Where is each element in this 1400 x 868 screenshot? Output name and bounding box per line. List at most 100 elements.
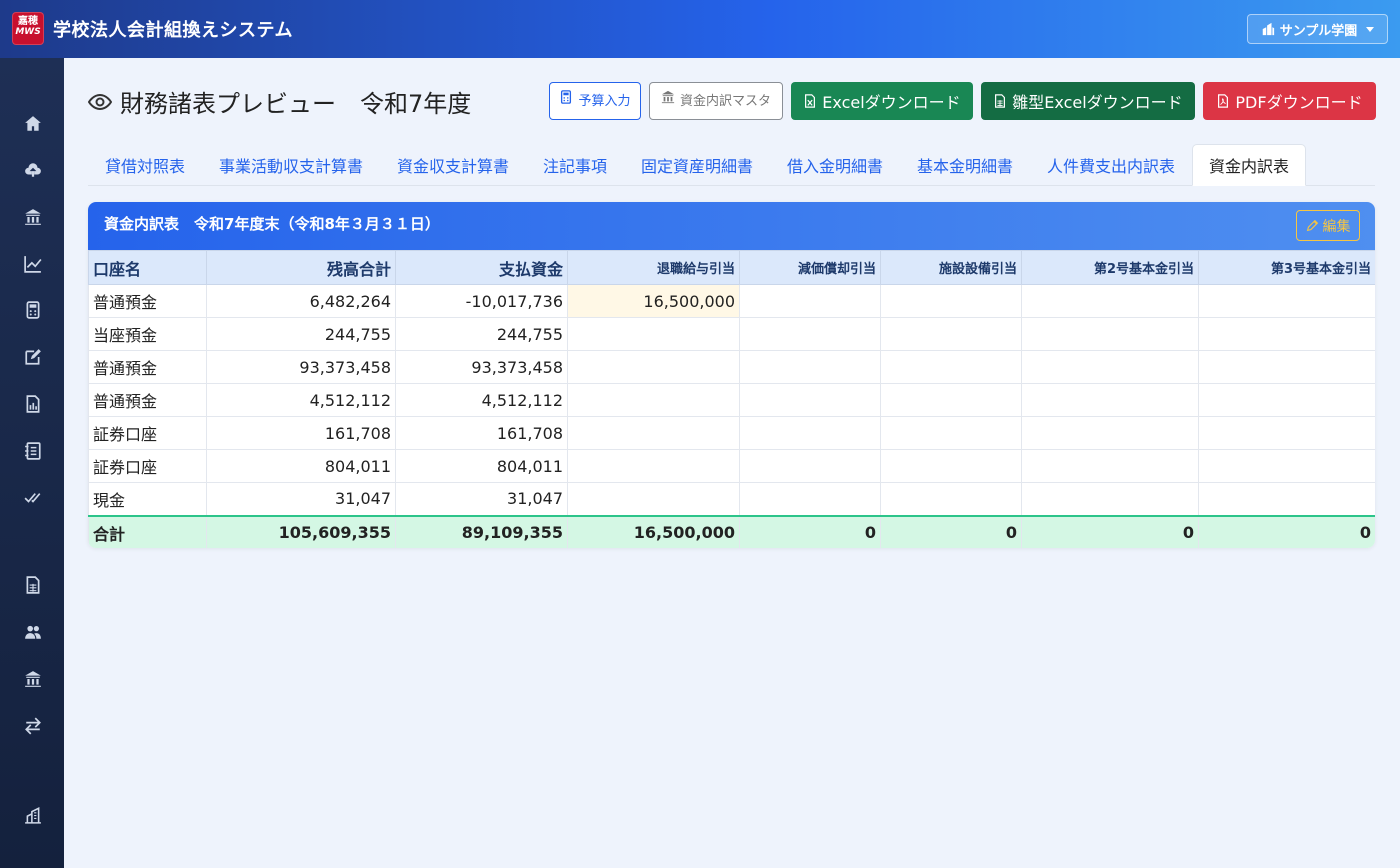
pdf-download-button[interactable]: PDFダウンロード — [1203, 82, 1376, 120]
amount-cell — [880, 416, 1022, 450]
account-name-cell: 普通預金 — [88, 284, 207, 318]
amount-cell — [739, 317, 881, 351]
tab-cash-flow-statement[interactable]: 資金収支計算書 — [380, 144, 526, 186]
bank-icon[interactable] — [22, 668, 44, 690]
statement-tabs: 貸借対照表 事業活動収支計算書 資金収支計算書 注記事項 固定資産明細書 借入金… — [88, 144, 1375, 186]
building-icon[interactable] — [22, 804, 44, 826]
amount-cell — [567, 416, 740, 450]
tab-borrowings[interactable]: 借入金明細書 — [770, 144, 900, 186]
edit-icon[interactable] — [22, 346, 44, 368]
column-header[interactable]: 減価償却引当 — [739, 250, 881, 285]
tab-personnel-expenses[interactable]: 人件費支出内訳表 — [1030, 144, 1192, 186]
calculator-icon[interactable] — [22, 299, 44, 321]
table-row: 証券口座 161,708 161,708 — [88, 416, 1375, 450]
bank-icon — [661, 90, 675, 104]
account-name-cell: 普通預金 — [88, 350, 207, 384]
amount-cell — [1021, 482, 1199, 516]
budget-input-label: 予算入力 — [578, 94, 631, 109]
edit-label: 編集 — [1322, 218, 1351, 235]
tab-fund-breakdown[interactable]: 資金内訳表 — [1192, 144, 1306, 186]
tab-basic-fund[interactable]: 基本金明細書 — [900, 144, 1030, 186]
transfer-icon[interactable] — [22, 715, 44, 737]
check-all-icon[interactable] — [22, 486, 44, 508]
amount-cell: 804,011 — [395, 449, 568, 483]
tab-fixed-assets[interactable]: 固定資産明細書 — [624, 144, 770, 186]
table-row: 普通預金 6,482,264 -10,017,736 16,500,000 — [88, 284, 1375, 318]
table-row: 普通預金 93,373,458 93,373,458 — [88, 350, 1375, 384]
journal-icon[interactable] — [22, 440, 44, 462]
report-icon[interactable] — [22, 393, 44, 415]
column-header[interactable]: 口座名 — [88, 250, 207, 285]
account-name-cell: 証券口座 — [88, 416, 207, 450]
edit-button[interactable]: 編集 — [1296, 210, 1360, 241]
amount-cell — [1021, 284, 1199, 318]
account-name-cell: 当座預金 — [88, 317, 207, 351]
account-name-cell: 合計 — [88, 514, 207, 548]
app-title: 学校法人会計組換えシステム — [53, 20, 293, 41]
fund-master-label: 資金内訳マスタ — [679, 94, 771, 109]
amount-cell — [567, 383, 740, 417]
amount-cell — [1021, 449, 1199, 483]
amount-cell: 93,373,458 — [206, 350, 396, 384]
amount-cell: 16,500,000 — [567, 284, 740, 318]
users-icon[interactable] — [22, 621, 44, 643]
amount-cell: 0 — [1198, 514, 1375, 548]
amount-cell: 244,755 — [395, 317, 568, 351]
bank-icon[interactable] — [22, 206, 44, 228]
account-name-cell: 証券口座 — [88, 449, 207, 483]
amount-cell — [567, 449, 740, 483]
amount-cell — [1021, 317, 1199, 351]
amount-cell — [739, 449, 881, 483]
column-header[interactable]: 残高合計 — [206, 250, 396, 285]
tab-notes[interactable]: 注記事項 — [526, 144, 624, 186]
amount-cell — [739, 383, 881, 417]
column-header[interactable]: 支払資金 — [395, 250, 568, 285]
tab-balance-sheet[interactable]: 貸借対照表 — [88, 144, 202, 186]
amount-cell: 0 — [739, 514, 881, 548]
home-icon[interactable] — [22, 113, 44, 135]
calculator-icon — [561, 90, 572, 104]
amount-cell — [1198, 350, 1375, 384]
account-name-cell: 現金 — [88, 482, 207, 516]
amount-cell — [1021, 350, 1199, 384]
template-excel-download-button[interactable]: 雛型Excelダウンロード — [981, 82, 1195, 120]
column-header[interactable]: 退職給与引当 — [567, 250, 740, 285]
cloud-upload-icon[interactable] — [22, 159, 44, 181]
total-row: 合計 105,609,355 89,109,355 16,500,000 0 0 0 0 — [88, 514, 1375, 548]
table-row: 当座預金 244,755 244,755 — [88, 317, 1375, 351]
amount-cell — [739, 350, 881, 384]
amount-cell — [1021, 383, 1199, 417]
amount-cell: 6,482,264 — [206, 284, 396, 318]
amount-cell — [880, 383, 1022, 417]
amount-cell — [1021, 416, 1199, 450]
fund-breakdown-card: 資金内訳表 令和7年度末（令和8年３月３１日） 編集 口座名 残高合計 支払資金… — [88, 202, 1375, 548]
logo-top-text: 嘉穂 — [18, 16, 38, 27]
fund-breakdown-table: 口座名 残高合計 支払資金 退職給与引当 減価償却引当 施設設備引当 第2号基本… — [88, 250, 1375, 548]
template-excel-download-label: 雛型Excelダウンロード — [1012, 93, 1183, 112]
amount-cell: 93,373,458 — [395, 350, 568, 384]
amount-cell: -10,017,736 — [395, 284, 568, 318]
budget-input-button[interactable]: 予算入力 — [549, 82, 641, 120]
excel-download-button[interactable]: Excelダウンロード — [791, 82, 973, 120]
column-header[interactable]: 第2号基本金引当 — [1021, 250, 1199, 285]
card-title: 資金内訳表 令和7年度末（令和8年３月３１日） — [104, 215, 440, 233]
logo-bottom-text: MWS — [15, 27, 41, 37]
fund-master-button[interactable]: 資金内訳マスタ — [649, 82, 783, 120]
amount-cell: 4,512,112 — [395, 383, 568, 417]
account-name-cell: 普通預金 — [88, 383, 207, 417]
school-selector[interactable]: サンプル学園 — [1247, 14, 1388, 44]
chart-line-icon[interactable] — [22, 253, 44, 275]
amount-cell — [1198, 383, 1375, 417]
building-icon — [1262, 22, 1274, 36]
column-header[interactable]: 施設設備引当 — [880, 250, 1022, 285]
tab-activity-statement[interactable]: 事業活動収支計算書 — [202, 144, 380, 186]
spreadsheet-icon[interactable] — [22, 574, 44, 596]
excel-download-label: Excelダウンロード — [822, 93, 961, 112]
amount-cell: 31,047 — [395, 482, 568, 516]
amount-cell — [739, 416, 881, 450]
amount-cell — [1198, 416, 1375, 450]
column-header[interactable]: 第3号基本金引当 — [1198, 250, 1375, 285]
pencil-icon — [1306, 219, 1318, 232]
school-selector-label: サンプル学園 — [1279, 23, 1358, 39]
app-logo[interactable]: 嘉穂 MWS — [12, 12, 44, 45]
